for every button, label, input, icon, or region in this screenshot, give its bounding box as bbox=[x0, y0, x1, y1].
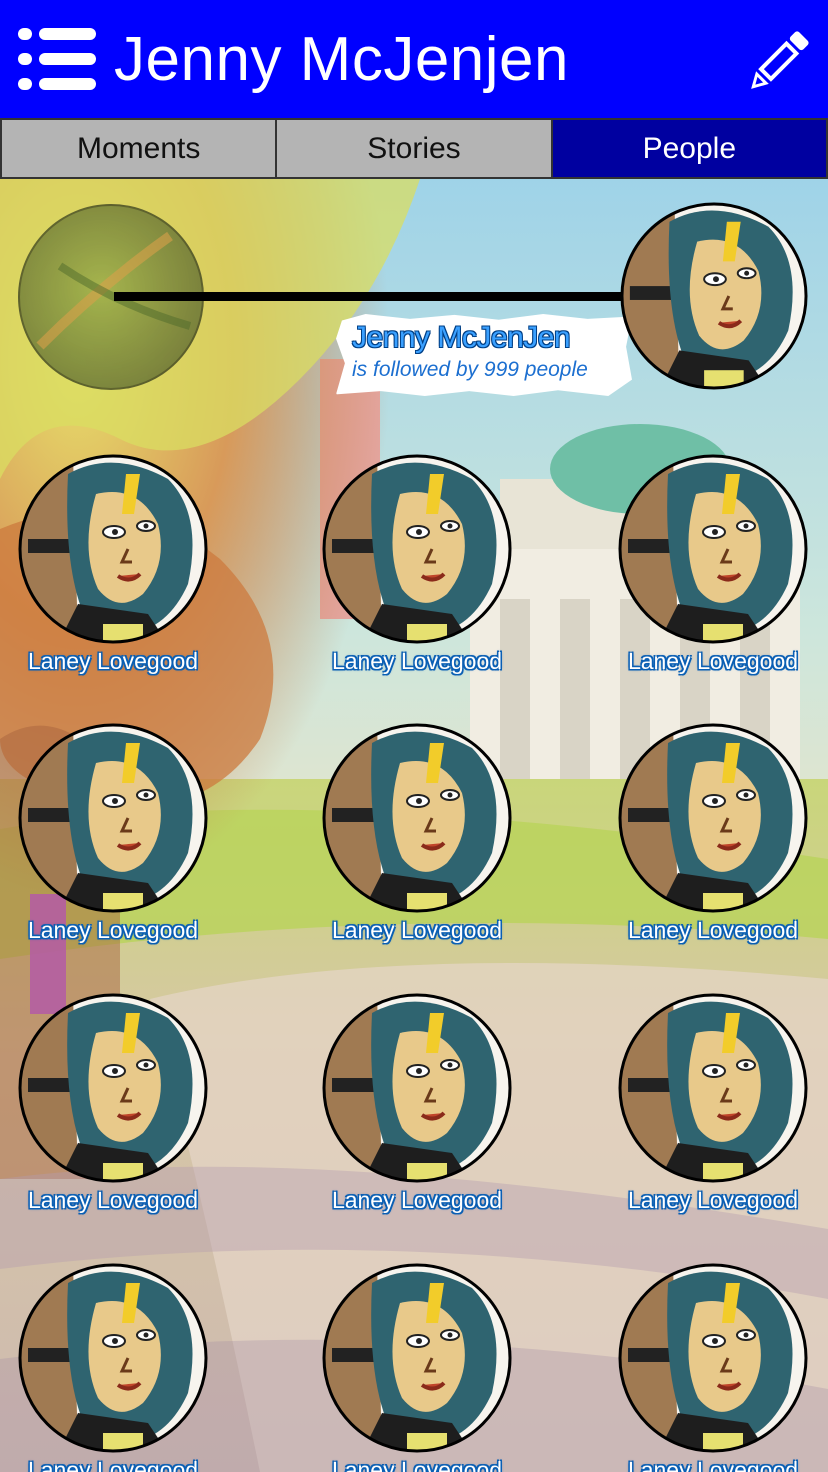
person-name[interactable]: Laney Lovegood bbox=[8, 917, 218, 944]
profile-divider bbox=[114, 292, 634, 301]
person-name[interactable]: Laney Lovegood bbox=[608, 917, 818, 944]
person-avatar[interactable] bbox=[18, 454, 208, 644]
person-name[interactable]: Laney Lovegood bbox=[608, 1187, 818, 1214]
person-avatar[interactable] bbox=[18, 1263, 208, 1453]
person-name[interactable]: Laney Lovegood bbox=[312, 1187, 522, 1214]
person-card[interactable]: Laney Lovegood bbox=[322, 993, 522, 1223]
person-name[interactable]: Laney Lovegood bbox=[608, 1457, 818, 1472]
tab-moments[interactable]: Moments bbox=[0, 118, 278, 179]
tab-bar: Moments Stories People bbox=[0, 118, 828, 179]
app-header: Jenny McJenjen bbox=[0, 0, 828, 118]
person-name[interactable]: Laney Lovegood bbox=[8, 1187, 218, 1214]
app-screen: Jenny McJenjen Moments Stories People Je… bbox=[0, 0, 828, 1472]
person-name[interactable]: Laney Lovegood bbox=[312, 917, 522, 944]
person-avatar[interactable] bbox=[618, 993, 808, 1183]
person-card[interactable]: Laney Lovegood bbox=[18, 454, 218, 684]
person-avatar[interactable] bbox=[322, 454, 512, 644]
person-card[interactable]: Laney Lovegood bbox=[322, 454, 522, 684]
person-card[interactable]: Laney Lovegood bbox=[322, 1263, 522, 1472]
person-avatar[interactable] bbox=[618, 723, 808, 913]
hamburger-menu-icon[interactable] bbox=[18, 26, 96, 92]
follower-count-text: is followed by 999 people bbox=[352, 358, 588, 381]
person-card[interactable]: Laney Lovegood bbox=[618, 1263, 818, 1472]
person-avatar[interactable] bbox=[322, 723, 512, 913]
person-name[interactable]: Laney Lovegood bbox=[312, 1457, 522, 1472]
page-title: Jenny McJenjen bbox=[114, 25, 570, 94]
person-avatar[interactable] bbox=[18, 993, 208, 1183]
person-card[interactable]: Laney Lovegood bbox=[18, 723, 218, 953]
person-card[interactable]: Laney Lovegood bbox=[618, 723, 818, 953]
person-card[interactable]: Laney Lovegood bbox=[618, 454, 818, 684]
person-name[interactable]: Laney Lovegood bbox=[312, 648, 522, 675]
profile-name[interactable]: Jenny McJenJen bbox=[352, 320, 571, 356]
person-name[interactable]: Laney Lovegood bbox=[608, 648, 818, 675]
pencil-edit-icon[interactable] bbox=[744, 28, 812, 96]
person-name[interactable]: Laney Lovegood bbox=[8, 648, 218, 675]
person-avatar[interactable] bbox=[322, 993, 512, 1183]
person-avatar[interactable] bbox=[618, 1263, 808, 1453]
person-avatar[interactable] bbox=[322, 1263, 512, 1453]
person-avatar[interactable] bbox=[18, 723, 208, 913]
person-avatar[interactable] bbox=[618, 454, 808, 644]
person-card[interactable]: Laney Lovegood bbox=[618, 993, 818, 1223]
person-name[interactable]: Laney Lovegood bbox=[8, 1457, 218, 1472]
person-card[interactable]: Laney Lovegood bbox=[322, 723, 522, 953]
person-card[interactable]: Laney Lovegood bbox=[18, 1263, 218, 1472]
tab-people[interactable]: People bbox=[552, 118, 828, 179]
profile-avatar[interactable] bbox=[620, 202, 808, 390]
tab-stories[interactable]: Stories bbox=[277, 118, 553, 179]
person-card[interactable]: Laney Lovegood bbox=[18, 993, 218, 1223]
